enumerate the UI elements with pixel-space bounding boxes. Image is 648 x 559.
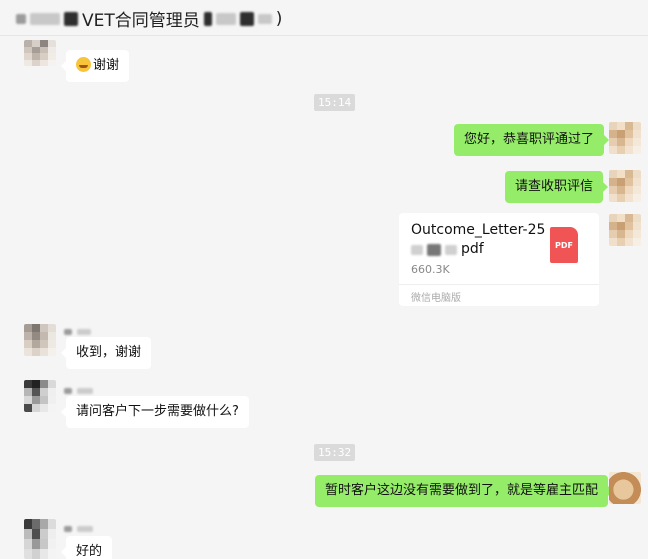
avatar[interactable]	[24, 40, 56, 66]
redacted-text	[427, 243, 441, 256]
redacted-text	[30, 12, 60, 25]
timestamp: 15:14	[314, 94, 356, 111]
avatar[interactable]	[24, 519, 56, 559]
redacted-text	[64, 526, 72, 532]
redacted-text	[239, 11, 254, 26]
pdf-file-icon: PDF	[550, 227, 578, 263]
avatar[interactable]	[609, 122, 641, 154]
timestamp: 15:32	[314, 444, 356, 461]
sender-name	[64, 320, 94, 335]
redacted-text	[64, 11, 78, 26]
redacted-text	[257, 13, 272, 24]
redacted-text	[203, 11, 212, 26]
chat-header: VET合同管理员 )	[0, 0, 648, 36]
redacted-text	[77, 388, 94, 394]
chat-title-text: VET合同管理员	[82, 11, 200, 31]
file-size: 660.3K	[411, 263, 450, 276]
redacted-text	[77, 526, 94, 532]
redacted-text	[445, 244, 457, 255]
file-message[interactable]: Outcome_Letter-25 pdf 660.3K PDF 微信电脑版	[399, 213, 599, 306]
avatar[interactable]	[24, 324, 56, 356]
message-bubble-outgoing[interactable]: 暂时客户这边没有需要做到了，就是等雇主匹配	[315, 475, 614, 507]
redacted-text	[16, 13, 26, 24]
message-bubble-incoming[interactable]: 请问客户下一步需要做什么?	[61, 396, 249, 428]
message-bubble-incoming[interactable]: 收到，谢谢	[60, 337, 152, 369]
avatar[interactable]	[24, 380, 56, 412]
redacted-text	[77, 329, 92, 335]
file-source-label: 微信电脑版	[411, 293, 461, 304]
avatar[interactable]	[609, 170, 641, 202]
message-bubble-outgoing[interactable]: 您好，恭喜职评通过了	[454, 124, 610, 156]
emoji-icon	[76, 57, 91, 72]
avatar[interactable]	[609, 214, 641, 246]
file-name-line2: pdf	[411, 240, 484, 259]
chat-title: VET合同管理员 )	[16, 6, 282, 31]
chat-title-suffix: )	[275, 8, 283, 29]
message-bubble-incoming[interactable]: 谢谢	[60, 50, 130, 82]
file-name: Outcome_Letter-25	[411, 222, 546, 238]
redacted-text	[411, 244, 423, 255]
avatar[interactable]	[609, 472, 641, 504]
sender-name	[64, 517, 100, 532]
message-bubble-incoming[interactable]: 好的	[60, 536, 113, 559]
message-bubble-outgoing[interactable]: 请查收职评信	[505, 171, 609, 203]
redacted-text	[215, 12, 236, 25]
redacted-text	[64, 329, 72, 335]
redacted-text	[64, 388, 72, 394]
divider	[399, 284, 599, 285]
sender-name	[64, 379, 100, 394]
